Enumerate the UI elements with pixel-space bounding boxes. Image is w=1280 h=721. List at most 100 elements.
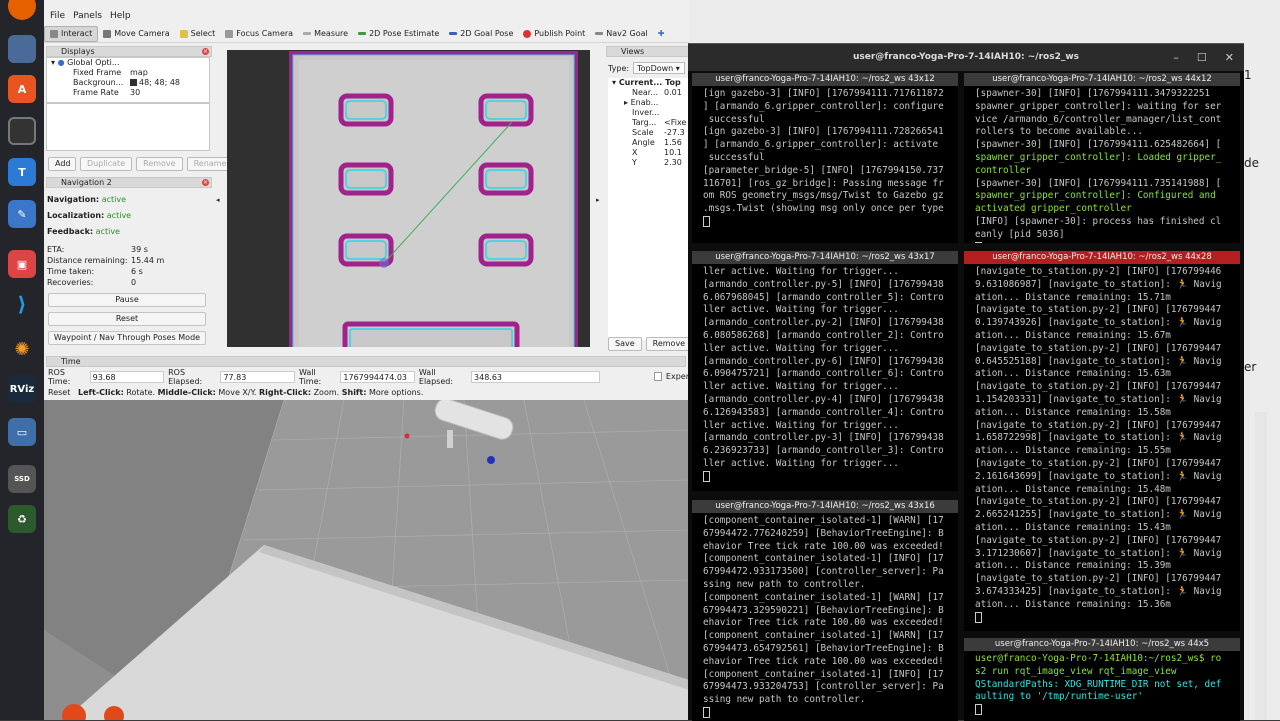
terminal-line: ller active. Waiting for trigger... xyxy=(703,342,899,354)
gedit-icon[interactable]: ✎ xyxy=(8,200,36,228)
terminal-icon[interactable] xyxy=(8,117,36,145)
add-button[interactable]: Add xyxy=(48,157,76,171)
firefox-icon[interactable] xyxy=(8,0,36,20)
terminal-pane-5[interactable]: user@franco-Yoga-Pro-7-14IAH10: ~/ros2_w… xyxy=(692,500,958,721)
menu-file[interactable]: File xyxy=(50,11,65,21)
ros-bag-icon[interactable]: ✺ xyxy=(8,335,36,363)
view-prop-scale[interactable]: Scale -27.3 xyxy=(608,128,689,138)
terminal-window: user@franco-Yoga-Pro-7-14IAH10: ~/ros2_w… xyxy=(688,43,1244,721)
image-viewer-icon[interactable]: ▣ xyxy=(8,250,36,278)
view-type-select[interactable]: TopDown ▾ xyxy=(633,62,686,74)
feedback-status: active xyxy=(95,227,120,236)
terminal-line: [armando_controller.py-3] [INFO] [176799… xyxy=(703,432,944,444)
pane-output: user@franco-Yoga-Pro-7-14IAH10:~/ros2_ws… xyxy=(964,651,1240,717)
vscode-icon[interactable]: ⟩ xyxy=(8,290,36,318)
bg-scrollbar[interactable] xyxy=(1255,412,1267,720)
close-icon[interactable]: × xyxy=(202,48,209,55)
trash-icon[interactable]: ♻ xyxy=(8,505,36,533)
terminal-cursor xyxy=(703,706,710,718)
tool-interact[interactable]: Interact xyxy=(44,25,99,42)
tree-row-global-options[interactable]: ▾ ● Global Opti... xyxy=(47,58,209,68)
remove-display-button[interactable]: Remove xyxy=(136,157,183,171)
collapse-left-arrow[interactable]: ◂ xyxy=(216,196,220,204)
text-editor-icon[interactable]: T xyxy=(8,158,36,186)
close-window-icon[interactable]: ✕ xyxy=(1225,51,1234,64)
eta-value: 39 s xyxy=(131,245,148,254)
terminal-pane-4[interactable]: user@franco-Yoga-Pro-7-14IAH10: ~/ros2_w… xyxy=(964,251,1240,631)
current-view-row[interactable]: ▾ Current... Top xyxy=(608,78,689,88)
tool-nav2-goal[interactable]: Nav2 Goal xyxy=(590,26,652,42)
view-prop-invert[interactable]: Inver... xyxy=(608,108,689,118)
gazebo-3d-view[interactable] xyxy=(44,400,689,720)
view-prop-enable[interactable]: ▸ Enab... xyxy=(608,98,689,108)
ros-elapsed-field[interactable]: 77.83 xyxy=(220,370,295,383)
tool-2d-goal-pose[interactable]: 2D Goal Pose xyxy=(444,26,518,42)
time-taken-value: 6 s xyxy=(131,267,143,276)
terminal-line: [armando_controller.py-6] [INFO] [176799… xyxy=(703,355,944,367)
wall-time-field[interactable]: 1767994474.03 xyxy=(340,370,415,383)
view-prop-target[interactable]: Targ... <Fixe xyxy=(608,118,689,128)
tool-move-camera[interactable]: Move Camera xyxy=(98,26,174,42)
menu-panels[interactable]: Panels xyxy=(73,11,102,21)
terminal-line: [armando_controller.py-4] [INFO] [176799… xyxy=(703,393,944,405)
waypoint-mode-button[interactable]: Waypoint / Nav Through Poses Mode xyxy=(48,331,206,345)
rviz-icon[interactable]: RViz xyxy=(8,375,36,403)
terminal-pane-1[interactable]: user@franco-Yoga-Pro-7-14IAH10: ~/ros2_w… xyxy=(692,73,958,243)
close-icon[interactable]: × xyxy=(202,179,209,186)
maximize-icon[interactable]: ☐ xyxy=(1197,51,1207,64)
reset-nav-button[interactable]: Reset xyxy=(48,312,206,326)
pane-output: [ign gazebo-3] [INFO] [1767994111.717611… xyxy=(692,86,958,229)
distance-label: Distance remaining: xyxy=(47,256,128,265)
wall-time-label: Wall Time: xyxy=(298,367,322,386)
terminal-line: [spawner-30] [INFO] [1767994111.34793222… xyxy=(975,88,1211,99)
terminal-line: [navigate_to_station.py-2] [INFO] [17679… xyxy=(975,419,1222,431)
reset-button[interactable]: Reset xyxy=(48,388,70,397)
terminal-line: user@franco-Yoga-Pro-7-14IAH10:~/ros2_ws… xyxy=(975,653,1222,664)
terminal-pane-2[interactable]: user@franco-Yoga-Pro-7-14IAH10: ~/ros2_w… xyxy=(964,73,1240,243)
tree-row-fixed-frame[interactable]: Fixed Frame map xyxy=(47,68,209,78)
color-swatch xyxy=(130,79,137,86)
pane-output: [component_container_isolated-1] [WARN] … xyxy=(692,513,958,720)
minimize-icon[interactable]: – xyxy=(1173,51,1179,64)
wall-elapsed-field[interactable]: 348.63 xyxy=(471,370,600,383)
recoveries-label: Recoveries: xyxy=(47,278,94,287)
time-bar: ROS Time: 93.68 ROS Elapsed: 77.83 Wall … xyxy=(44,367,689,386)
terminal-line: [component_container_isolated-1] [WARN] … xyxy=(703,515,944,526)
tool-measure[interactable]: Measure xyxy=(298,26,353,42)
experimental-checkbox[interactable] xyxy=(653,372,662,381)
tree-row-background[interactable]: Backgroun... 48; 48; 48 xyxy=(47,78,209,88)
menu-help[interactable]: Help xyxy=(110,11,131,21)
files-icon[interactable] xyxy=(8,35,36,63)
view-prop-angle[interactable]: Angle 1.56 xyxy=(608,138,689,148)
software-center-icon[interactable]: A xyxy=(8,75,36,103)
tool-publish-point[interactable]: Publish Point xyxy=(518,26,590,42)
remove-view-button[interactable]: Remove xyxy=(645,337,689,351)
displays-buttons: Add Duplicate Remove Rename xyxy=(48,157,234,171)
terminal-pane-3[interactable]: user@franco-Yoga-Pro-7-14IAH10: ~/ros2_w… xyxy=(692,251,958,491)
tool-focus-camera[interactable]: Focus Camera xyxy=(220,26,298,42)
terminal-pane-6[interactable]: user@franco-Yoga-Pro-7-14IAH10: ~/ros2_w… xyxy=(964,638,1240,721)
screen-capture-icon[interactable]: ▭ xyxy=(8,418,36,446)
pause-button[interactable]: Pause xyxy=(48,293,206,307)
view-prop-near[interactable]: Near... 0.01 xyxy=(608,88,689,98)
tree-row-frame-rate[interactable]: Frame Rate 30 xyxy=(47,88,209,98)
add-tool-button[interactable]: ✚ xyxy=(653,26,670,42)
map-view[interactable] xyxy=(227,50,590,347)
eta-label: ETA: xyxy=(47,245,65,254)
terminal-line: successful xyxy=(703,113,765,125)
terminal-line: eanly [pid 5036] xyxy=(975,228,1065,240)
view-prop-x[interactable]: X 10.1 xyxy=(608,148,689,158)
duplicate-button[interactable]: Duplicate xyxy=(80,157,133,171)
terminal-line: ] [armando_6.gripper_controller]: config… xyxy=(703,100,944,112)
localization-status: active xyxy=(106,211,132,220)
terminal-line: ation... Distance remaining: 15.55m xyxy=(975,445,1171,457)
tool-select[interactable]: Select xyxy=(175,26,221,42)
save-view-button[interactable]: Save xyxy=(608,337,642,351)
ssd-drive-icon[interactable]: SSD xyxy=(8,465,36,493)
terminal-cursor xyxy=(703,470,710,482)
view-prop-y[interactable]: Y 2.30 xyxy=(608,158,689,168)
ros-time-field[interactable]: 93.68 xyxy=(89,370,165,383)
terminal-line: 67994472.933173500] [controller_server]:… xyxy=(703,566,944,578)
tool-2d-pose-estimate[interactable]: 2D Pose Estimate xyxy=(353,26,444,42)
collapse-right-arrow[interactable]: ▸ xyxy=(596,196,600,204)
